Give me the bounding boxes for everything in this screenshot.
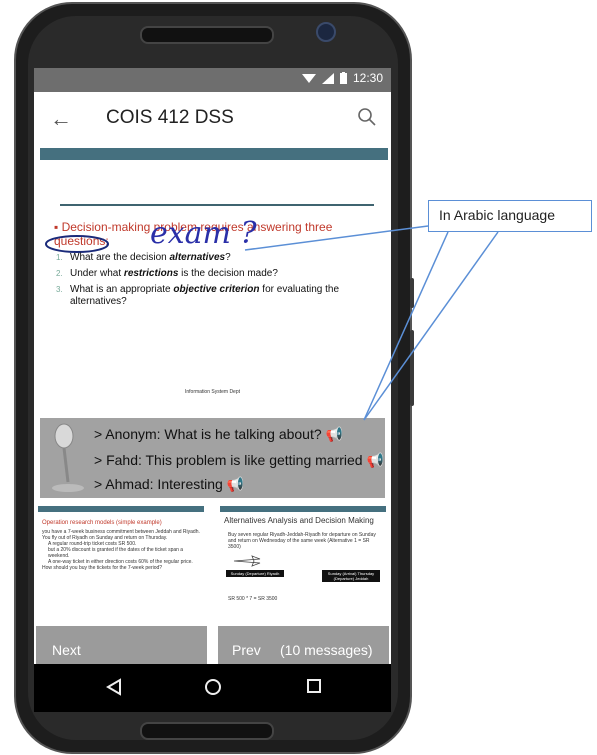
callout-pointer [244, 225, 499, 421]
callout-label: In Arabic language [428, 200, 592, 232]
